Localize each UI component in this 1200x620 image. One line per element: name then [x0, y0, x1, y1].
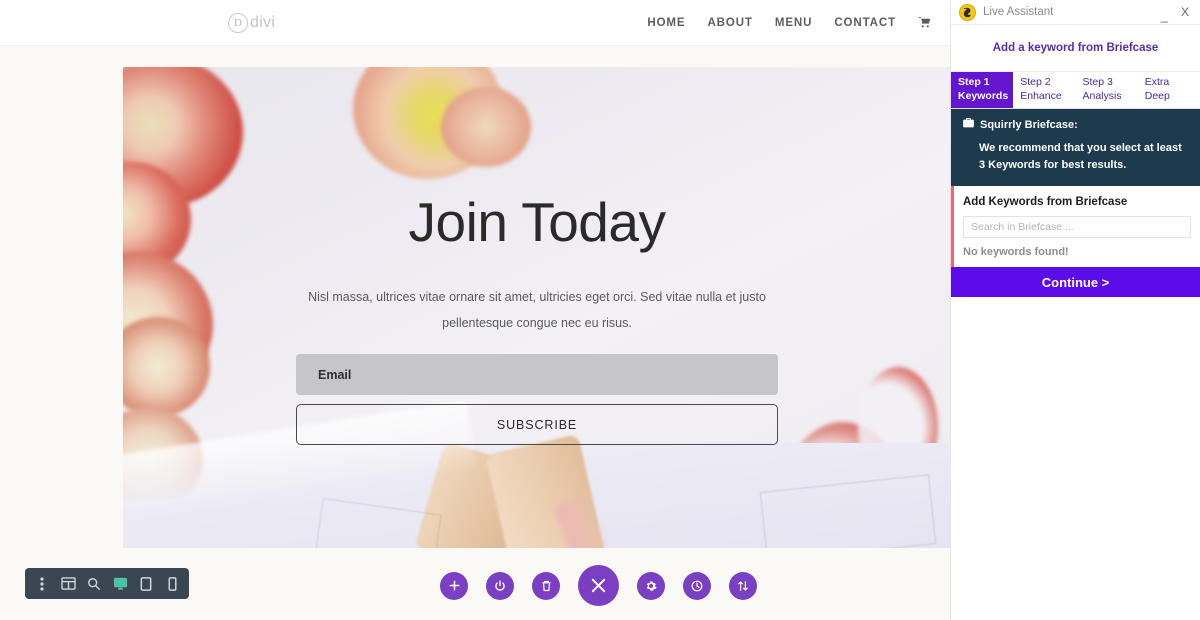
live-assistant-panel: Live Assistant _ X Add a keyword from Br… — [950, 0, 1200, 620]
divi-logo-text: divi — [250, 13, 276, 31]
notice-heading: Squirrly Briefcase: — [980, 118, 1078, 131]
briefcase-link-row: Add a keyword from Briefcase — [951, 25, 1200, 72]
nav-item-menu[interactable]: MENU — [775, 17, 812, 29]
tab-name-label: Analysis — [1082, 89, 1122, 102]
nav-item-home[interactable]: HOME — [647, 17, 685, 29]
add-keyword-from-briefcase-link[interactable]: Add a keyword from Briefcase — [993, 42, 1159, 54]
tab-step-label: Step 3 — [1082, 76, 1113, 88]
hero-subtitle: Nisl massa, ultrices vitae ornare sit am… — [308, 290, 766, 330]
continue-button[interactable]: Continue > — [951, 267, 1200, 297]
portability-icon[interactable] — [729, 571, 757, 600]
minimize-button[interactable]: _ — [1158, 8, 1171, 23]
history-clock-icon[interactable] — [683, 571, 711, 600]
website-preview: D divi HOME ABOUT MENU CONTACT Join Toda… — [0, 0, 950, 620]
shopping-cart-icon[interactable] — [918, 16, 932, 29]
wireframe-view-icon[interactable] — [55, 568, 81, 599]
section-title: Add Keywords from Briefcase — [963, 196, 1128, 208]
email-input[interactable]: Email — [296, 354, 778, 396]
no-keywords-message: No keywords found! — [963, 246, 1069, 258]
nav-item-about[interactable]: ABOUT — [707, 17, 752, 29]
notice-heading-row: Squirrly Briefcase: — [963, 118, 1188, 131]
close-panel-button[interactable]: X — [1178, 5, 1192, 19]
tab-step-label: Step 2 — [1020, 76, 1051, 88]
site-nav: HOME ABOUT MENU CONTACT — [647, 16, 932, 29]
briefcase-notice: Squirrly Briefcase: We recommend that yo… — [951, 109, 1200, 186]
screen: D divi HOME ABOUT MENU CONTACT Join Toda… — [0, 0, 1200, 620]
add-keywords-section: Add Keywords from Briefcase No keywords … — [951, 186, 1200, 267]
tab-step-2-enhance[interactable]: Step 2 Enhance — [1013, 72, 1076, 108]
nav-item-contact[interactable]: CONTACT — [834, 17, 896, 29]
briefcase-search-box[interactable] — [963, 216, 1191, 238]
tab-name-label: Keywords — [958, 89, 1009, 102]
builder-action-buttons — [440, 565, 757, 606]
builder-view-toolbar — [25, 568, 189, 599]
notice-body: We recommend that you select at least 3 … — [979, 142, 1182, 171]
tab-step-label: Extra — [1144, 76, 1170, 88]
more-options-icon[interactable] — [29, 568, 55, 599]
panel-title: Live Assistant — [983, 6, 1054, 18]
zoom-out-view-icon[interactable] — [81, 568, 107, 599]
add-section-icon[interactable] — [440, 571, 468, 600]
site-header: D divi HOME ABOUT MENU CONTACT — [0, 0, 950, 46]
hero-wrap: Join Today Nisl massa, ultrices vitae or… — [0, 46, 950, 548]
subscribe-button[interactable]: SUBSCRIBE — [296, 404, 778, 446]
briefcase-icon — [963, 118, 974, 131]
site-logo[interactable]: D divi — [228, 12, 276, 33]
tab-name-label: Enhance — [1020, 89, 1062, 102]
desktop-view-icon[interactable] — [107, 568, 133, 599]
tab-step-3-analysis[interactable]: Step 3 Analysis — [1075, 72, 1138, 108]
panel-tabs: Step 1 Keywords Step 2 Enhance Step 3 An… — [951, 72, 1200, 109]
briefcase-search-input[interactable] — [971, 221, 1183, 233]
divi-logo-mark-icon: D — [228, 12, 248, 33]
settings-gear-icon[interactable] — [637, 571, 665, 600]
tab-step-1-keywords[interactable]: Step 1 Keywords — [951, 72, 1014, 108]
hero-title: Join Today — [408, 191, 666, 253]
hero-section: Join Today Nisl massa, ultrices vitae or… — [123, 67, 950, 548]
tab-extra-deep[interactable]: Extra Deep — [1137, 72, 1200, 108]
close-icon[interactable] — [578, 565, 619, 606]
tablet-view-icon[interactable] — [133, 568, 159, 599]
trash-icon[interactable] — [532, 571, 560, 600]
squirrly-logo-icon — [959, 3, 976, 21]
panel-header: Live Assistant _ X — [951, 0, 1200, 25]
power-toggle-icon[interactable] — [486, 571, 514, 600]
email-input-label: Email — [318, 367, 352, 382]
hero-content: Join Today Nisl massa, ultrices vitae or… — [123, 67, 950, 548]
tab-step-label: Step 1 — [958, 76, 990, 88]
phone-view-icon[interactable] — [159, 568, 185, 599]
tab-name-label: Deep — [1144, 89, 1170, 102]
